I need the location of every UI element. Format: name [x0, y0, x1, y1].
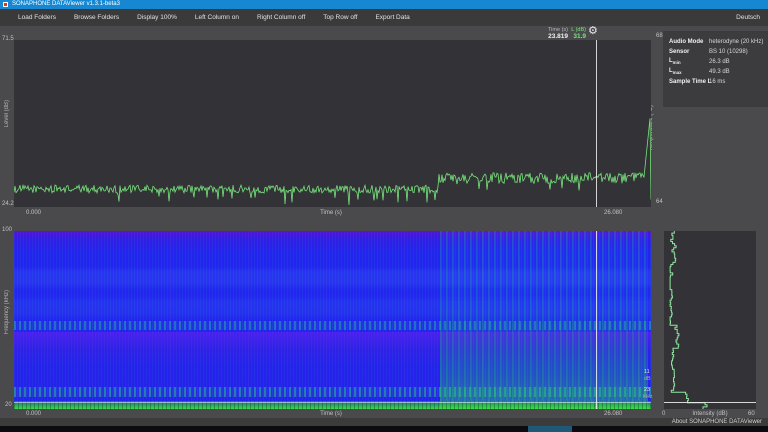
info-row-sample-time: Sample Time L 16 ms	[669, 77, 768, 87]
info-label: Lmin	[669, 58, 709, 65]
menu-browse-folders[interactable]: Browse Folders	[65, 9, 128, 26]
info-row-sensor: Sensor BS 10 (10298)	[669, 47, 768, 57]
intensity-xaxis-min: 0	[662, 411, 665, 417]
info-label: Audio Mode	[669, 39, 709, 45]
taskbar-active-item[interactable]	[528, 426, 572, 432]
cursor-time-readout: Time (s) 23.819	[540, 27, 568, 40]
info-value: 49.3 dB	[709, 69, 730, 75]
spectro-xaxis-end: 26.080	[604, 411, 622, 417]
level-axis-min: 24.2	[2, 201, 14, 207]
spectro-xaxis-start: 0.000	[26, 411, 41, 417]
info-value: BS 10 (10298)	[709, 49, 748, 55]
spectrogram-heatmap[interactable]	[14, 231, 651, 409]
menu-export-data[interactable]: Export Data	[366, 9, 418, 26]
intensity-xaxis-max: 60	[748, 411, 755, 417]
app-window: SONAPHONE DATAViewer v1.3.1-beta3 Load F…	[0, 0, 768, 432]
cursor-frequency-unit: kHz	[643, 394, 652, 400]
freq-axis-max: 100	[2, 227, 12, 233]
intensity-spectrum-trace	[664, 231, 756, 409]
menu-load-folders[interactable]: Load Folders	[9, 9, 65, 26]
freq-axis-min: 20	[5, 402, 12, 408]
about-link[interactable]: About SONAPHONE DATAViewer	[672, 419, 762, 425]
info-label: Sensor	[669, 49, 709, 55]
taskbar	[0, 426, 768, 432]
spectro-xaxis-title: Time (s)	[311, 411, 351, 417]
info-row-audio-mode: Audio Mode heterodyne (20 kHz)	[669, 37, 768, 47]
status-bar	[0, 418, 768, 426]
temp-axis-min: 64	[656, 199, 663, 205]
menu-left-column-toggle[interactable]: Left Column on	[186, 9, 248, 26]
menu-display-zoom[interactable]: Display 100%	[128, 9, 186, 26]
menu-bar: Load Folders Browse Folders Display 100%…	[0, 9, 768, 26]
intensity-spectrum-panel[interactable]	[664, 231, 756, 409]
level-axis-title: Level (dB)	[4, 100, 10, 127]
level-xaxis-start: 0.000	[26, 210, 41, 216]
level-xaxis-end: 26.080	[604, 210, 622, 216]
frequency-cursor-line[interactable]	[664, 402, 756, 403]
info-value: 16 ms	[709, 79, 725, 85]
cursor-intensity-value: 11	[644, 369, 650, 375]
menu-top-row-toggle[interactable]: Top Row off	[314, 9, 366, 26]
time-cursor-line[interactable]	[596, 40, 597, 207]
cursor-level-readout: L (dB) 31.9	[570, 27, 586, 40]
level-chart-plot[interactable]	[14, 40, 651, 207]
menu-right-column-toggle[interactable]: Right Column off	[248, 9, 314, 26]
level-axis-max: 71.5	[2, 36, 14, 42]
window-title: SONAPHONE DATAViewer v1.3.1-beta3	[12, 0, 120, 9]
info-row-lmax: Lmax 49.3 dB	[669, 67, 768, 77]
frequency-cursor-line[interactable]	[14, 402, 651, 403]
info-label: Sample Time L	[669, 79, 709, 85]
menu-language-deutsch[interactable]: Deutsch	[736, 9, 760, 26]
settings-gear-icon[interactable]: ⚙	[588, 26, 598, 37]
measurement-info-panel: Audio Mode heterodyne (20 kHz) Sensor BS…	[663, 31, 768, 107]
level-trace	[14, 40, 651, 207]
temp-axis-max: 68	[656, 33, 663, 39]
freq-axis-title: Frequency (kHz)	[4, 290, 10, 334]
time-cursor-line[interactable]	[596, 231, 597, 409]
cursor-intensity-unit: dB	[644, 376, 651, 382]
spectrogram-loud-section	[440, 231, 648, 409]
app-icon	[3, 2, 8, 7]
title-bar: SONAPHONE DATAViewer v1.3.1-beta3	[0, 0, 768, 9]
cursor-frequency-value: 23	[644, 387, 650, 393]
intensity-xaxis-title: Intensity (dB)	[688, 411, 732, 417]
info-row-lmin: Lmin 26.3 dB	[669, 57, 768, 67]
info-value: heterodyne (20 kHz)	[709, 39, 763, 45]
info-value: 26.3 dB	[709, 59, 730, 65]
info-label: Lmax	[669, 68, 709, 75]
level-xaxis-title: Time (s)	[311, 210, 351, 216]
